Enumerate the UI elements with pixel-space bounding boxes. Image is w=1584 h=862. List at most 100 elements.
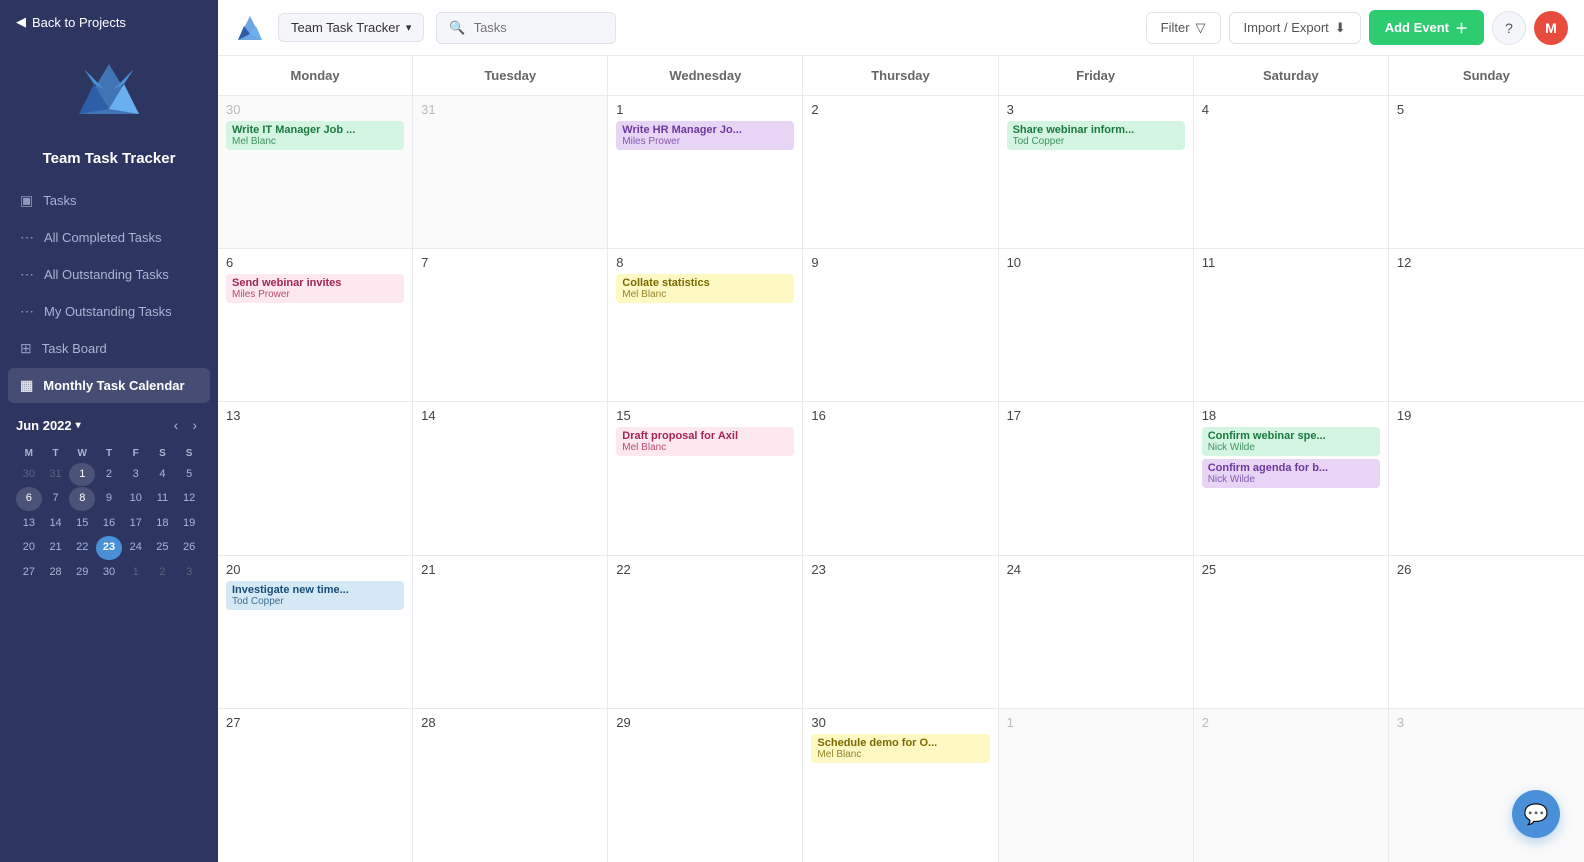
mini-cal-dow-tue: T — [43, 445, 69, 462]
sidebar-item-board-label: Task Board — [42, 341, 107, 356]
event-investigate-new-time[interactable]: Investigate new time... Tod Copper — [226, 581, 404, 610]
day-number: 22 — [616, 562, 794, 577]
mini-cal-day[interactable]: 31 — [43, 463, 69, 486]
search-input[interactable] — [474, 20, 604, 35]
mini-cal-day[interactable]: 20 — [16, 536, 42, 559]
import-export-button[interactable]: Import / Export ⬇ — [1229, 12, 1361, 44]
cal-header-monday: Monday — [218, 56, 413, 95]
mini-cal-day[interactable]: 15 — [69, 512, 95, 535]
event-confirm-agenda[interactable]: Confirm agenda for b... Nick Wilde — [1202, 459, 1380, 488]
search-icon: 🔍 — [449, 20, 465, 36]
mini-cal-grid: M T W T F S S 30 31 1 2 3 4 5 6 7 8 9 10… — [16, 445, 202, 584]
topbar-actions: Filter ▽ Import / Export ⬇ Add Event ＋ ?… — [1146, 10, 1568, 45]
cal-cell-jun5: 5 — [1389, 96, 1584, 248]
event-confirm-webinar-speaker[interactable]: Confirm webinar spe... Nick Wilde — [1202, 427, 1380, 456]
mini-cal-day[interactable]: 1 — [123, 561, 149, 584]
event-share-webinar[interactable]: Share webinar inform... Tod Copper — [1007, 121, 1185, 150]
event-schedule-demo[interactable]: Schedule demo for O... Mel Blanc — [811, 734, 989, 763]
sidebar-item-outstanding-label: All Outstanding Tasks — [44, 267, 169, 282]
mini-cal-day[interactable]: 2 — [150, 561, 176, 584]
day-number: 7 — [421, 255, 599, 270]
sidebar-item-monthly-calendar[interactable]: ▦ Monthly Task Calendar — [8, 368, 210, 403]
day-number: 15 — [616, 408, 794, 423]
day-number: 10 — [1007, 255, 1185, 270]
mini-cal-day[interactable]: 13 — [16, 512, 42, 535]
mini-cal-day[interactable]: 18 — [150, 512, 176, 535]
mini-cal-day[interactable]: 26 — [176, 536, 202, 559]
cal-cell-jun10: 10 — [999, 249, 1194, 401]
sidebar-item-tasks[interactable]: ▣ Tasks — [8, 183, 210, 218]
user-avatar[interactable]: M — [1534, 11, 1568, 45]
mini-cal-day-6[interactable]: 6 — [16, 487, 42, 510]
tasks-icon: ▣ — [20, 192, 33, 209]
mini-cal-day[interactable]: 17 — [123, 512, 149, 535]
mini-cal-prev-button[interactable]: ‹ — [169, 415, 184, 435]
mini-cal-day[interactable]: 5 — [176, 463, 202, 486]
mini-cal-today[interactable]: 23 — [96, 536, 122, 559]
chat-button[interactable]: 💬 — [1512, 790, 1560, 838]
cal-header-saturday: Saturday — [1194, 56, 1389, 95]
mini-cal-day[interactable]: 3 — [176, 561, 202, 584]
mini-cal-dow-mon: M — [16, 445, 42, 462]
event-write-it-manager[interactable]: Write IT Manager Job ... Mel Blanc — [226, 121, 404, 150]
mini-cal-day[interactable]: 21 — [43, 536, 69, 559]
help-button[interactable]: ? — [1492, 11, 1526, 45]
mini-cal-day[interactable]: 16 — [96, 512, 122, 535]
mini-cal-day[interactable]: 30 — [16, 463, 42, 486]
mini-cal-day[interactable]: 9 — [96, 487, 122, 510]
back-icon: ◀ — [16, 14, 26, 30]
mini-cal-day-1[interactable]: 1 — [69, 463, 95, 486]
filter-icon: ▽ — [1196, 20, 1206, 36]
mini-cal-day[interactable]: 19 — [176, 512, 202, 535]
mini-cal-day[interactable]: 27 — [16, 561, 42, 584]
cal-cell-jun21: 21 — [413, 556, 608, 708]
project-selector[interactable]: Team Task Tracker ▾ — [278, 13, 424, 42]
calendar-week-1: 30 Write IT Manager Job ... Mel Blanc 31… — [218, 96, 1584, 249]
mini-cal-day[interactable]: 11 — [150, 487, 176, 510]
mini-cal-day[interactable]: 3 — [123, 463, 149, 486]
mini-cal-next-button[interactable]: › — [187, 415, 202, 435]
sidebar-item-my-outstanding[interactable]: ⋯ My Outstanding Tasks — [8, 294, 210, 329]
filter-button[interactable]: Filter ▽ — [1146, 12, 1221, 44]
mini-cal-day[interactable]: 28 — [43, 561, 69, 584]
add-event-button[interactable]: Add Event ＋ — [1369, 10, 1484, 45]
mini-cal-day-8[interactable]: 8 — [69, 487, 95, 510]
calendar-icon: ▦ — [20, 377, 33, 394]
back-to-projects-link[interactable]: ◀ Back to Projects — [0, 0, 218, 44]
mini-cal-day[interactable]: 10 — [123, 487, 149, 510]
sidebar-app-title: Team Task Tracker — [0, 150, 218, 183]
mini-cal-day[interactable]: 22 — [69, 536, 95, 559]
mini-calendar: Jun 2022 ▾ ‹ › M T W T F S S 30 31 1 2 3… — [0, 403, 218, 596]
sidebar-item-all-completed[interactable]: ⋯ All Completed Tasks — [8, 220, 210, 255]
mini-cal-dow-sat: S — [150, 445, 176, 462]
import-export-label: Import / Export — [1244, 20, 1329, 35]
sidebar-item-all-outstanding[interactable]: ⋯ All Outstanding Tasks — [8, 257, 210, 292]
event-collate-statistics[interactable]: Collate statistics Mel Blanc — [616, 274, 794, 303]
mini-cal-day[interactable]: 4 — [150, 463, 176, 486]
mini-cal-day[interactable]: 25 — [150, 536, 176, 559]
day-number: 6 — [226, 255, 404, 270]
sidebar-item-calendar-label: Monthly Task Calendar — [43, 378, 184, 393]
mini-cal-day[interactable]: 30 — [96, 561, 122, 584]
day-number: 30 — [811, 715, 989, 730]
mini-cal-dropdown-icon: ▾ — [76, 420, 81, 431]
cal-cell-jun16: 16 — [803, 402, 998, 554]
today-badge: 23 — [811, 562, 825, 577]
event-send-webinar-invites[interactable]: Send webinar invites Miles Prower — [226, 274, 404, 303]
cal-cell-jul1: 1 — [999, 709, 1194, 862]
mini-cal-day[interactable]: 2 — [96, 463, 122, 486]
mini-cal-day[interactable]: 12 — [176, 487, 202, 510]
day-number: 23 — [811, 562, 989, 577]
mini-cal-day[interactable]: 14 — [43, 512, 69, 535]
sidebar-item-task-board[interactable]: ⊞ Task Board — [8, 331, 210, 366]
event-draft-proposal[interactable]: Draft proposal for Axil Mel Blanc — [616, 427, 794, 456]
mini-cal-day[interactable]: 29 — [69, 561, 95, 584]
sidebar-navigation: ▣ Tasks ⋯ All Completed Tasks ⋯ All Outs… — [0, 183, 218, 403]
day-number: 1 — [616, 102, 794, 117]
main-calendar: Monday Tuesday Wednesday Thursday Friday… — [218, 56, 1584, 862]
mini-cal-day[interactable]: 24 — [123, 536, 149, 559]
event-write-hr-manager[interactable]: Write HR Manager Jo... Miles Prower — [616, 121, 794, 150]
add-event-label: Add Event — [1385, 20, 1449, 35]
mini-cal-day[interactable]: 7 — [43, 487, 69, 510]
mini-cal-month-label: Jun 2022 ▾ — [16, 418, 81, 433]
